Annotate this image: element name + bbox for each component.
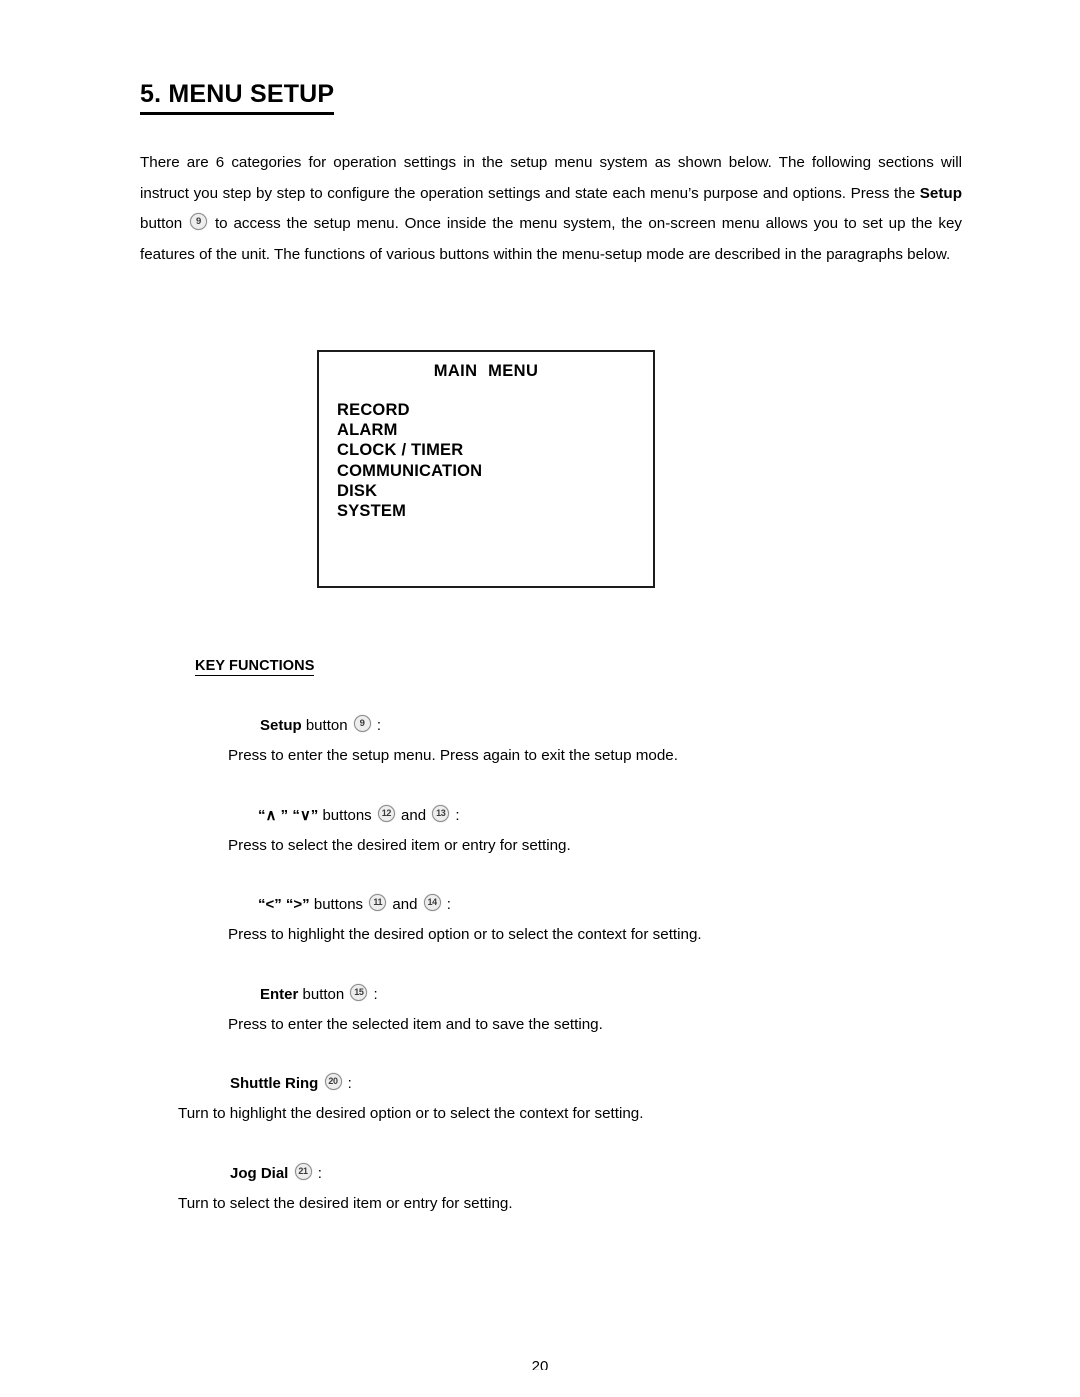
key-function-term: Jog Dial 21 : — [140, 1162, 970, 1186]
key-function-term-label: Shuttle Ring — [230, 1075, 319, 1092]
button-badge-21: 21 — [294, 1163, 312, 1180]
key-function-term-label: Enter — [260, 986, 299, 1003]
key-function-term-between: and — [388, 896, 422, 913]
key-function-entry-left-right: “<” “>” buttons 11 and 14 : Press to hig… — [140, 893, 970, 947]
button-badge-13: 13 — [432, 805, 450, 822]
button-badge-9: 9 — [190, 213, 208, 230]
key-function-term: Setup button 9 : — [140, 714, 970, 738]
key-function-term: “<” “>” buttons 11 and 14 : — [140, 893, 970, 917]
osd-menu-item-alarm[interactable]: ALARM — [337, 420, 482, 440]
key-function-term-rest: button — [301, 717, 352, 734]
document-page: 5. MENU SETUP There are 6 categories for… — [0, 0, 1080, 1397]
page-title: 5. MENU SETUP — [140, 80, 335, 115]
key-function-description: Turn to highlight the desired option or … — [178, 1105, 644, 1122]
key-function-term-between: and — [396, 807, 431, 824]
intro-text-part1: There are 6 categories for operation set… — [140, 154, 962, 202]
key-function-term-label: Jog Dial — [230, 1165, 289, 1182]
key-function-entry-up-down: “∧ ” “∨” buttons 12 and 13 : Press to se… — [140, 804, 970, 858]
key-function-term-colon: : — [343, 1075, 352, 1092]
osd-menu-item-communication[interactable]: COMMUNICATION — [337, 461, 482, 481]
key-function-description: Press to enter the selected item and to … — [228, 1016, 603, 1033]
page-number: 20 — [0, 1358, 1080, 1370]
button-badge-12: 12 — [377, 805, 395, 822]
key-function-entry-jog-dial: Jog Dial 21 : Turn to select the desired… — [140, 1162, 970, 1216]
osd-main-menu-box: MAIN MENU RECORD ALARM CLOCK / TIMER COM… — [317, 350, 655, 588]
key-function-description: Press to select the desired item or entr… — [228, 837, 571, 854]
osd-menu-title-word1: MAIN — [433, 362, 478, 380]
osd-menu-list: RECORD ALARM CLOCK / TIMER COMMUNICATION… — [337, 400, 482, 521]
osd-menu-item-clock-timer[interactable]: CLOCK / TIMER — [337, 440, 482, 460]
intro-paragraph: There are 6 categories for operation set… — [140, 148, 962, 270]
button-badge-11: 11 — [369, 894, 387, 911]
intro-setup-bold: Setup — [919, 184, 962, 202]
key-function-entry-shuttle-ring: Shuttle Ring 20 : Turn to highlight the … — [140, 1072, 970, 1126]
key-function-description: Turn to select the desired item or entry… — [178, 1195, 513, 1212]
intro-text-part3: to access the setup menu. Once inside th… — [140, 215, 962, 263]
key-function-description: Press to highlight the desired option or… — [228, 926, 702, 943]
key-function-term-colon: : — [442, 896, 451, 913]
osd-menu-title: MAIN MENU — [319, 362, 653, 381]
key-function-term-rest: button — [298, 986, 349, 1003]
page-number-value: 20 — [531, 1358, 549, 1370]
key-function-term-label: “∧ ” “∨” — [258, 807, 319, 824]
osd-menu-item-system[interactable]: SYSTEM — [337, 501, 482, 521]
key-function-term-rest: buttons — [318, 807, 376, 824]
key-function-term: Enter button 15 : — [140, 983, 970, 1007]
key-functions-heading: KEY FUNCTIONS — [195, 658, 315, 676]
key-function-term: Shuttle Ring 20 : — [140, 1072, 970, 1096]
button-badge-20: 20 — [324, 1073, 342, 1090]
key-function-term-label: Setup — [260, 717, 302, 734]
osd-menu-title-word2: MENU — [488, 362, 539, 380]
key-function-term: “∧ ” “∨” buttons 12 and 13 : — [140, 804, 970, 828]
button-badge-14: 14 — [423, 894, 441, 911]
osd-menu-item-record[interactable]: RECORD — [337, 400, 482, 420]
button-badge-9: 9 — [353, 715, 371, 732]
key-function-term-colon: : — [451, 807, 460, 824]
key-function-term-colon: : — [372, 717, 382, 734]
key-function-term-colon: : — [313, 1165, 322, 1182]
key-function-entry-enter: Enter button 15 : Press to enter the sel… — [140, 983, 970, 1037]
key-function-term-rest — [318, 1075, 322, 1092]
key-function-description: Press to enter the setup menu. Press aga… — [228, 747, 678, 764]
osd-menu-item-disk[interactable]: DISK — [337, 481, 482, 501]
key-function-entry-setup: Setup button 9 : Press to enter the setu… — [140, 714, 970, 768]
key-function-term-rest — [288, 1165, 292, 1182]
key-function-term-colon: : — [369, 986, 378, 1003]
key-function-term-label: “<” “>” — [258, 896, 310, 913]
button-badge-15: 15 — [350, 984, 368, 1001]
intro-text-part2: button — [140, 215, 189, 232]
key-function-term-rest: buttons — [309, 896, 368, 913]
